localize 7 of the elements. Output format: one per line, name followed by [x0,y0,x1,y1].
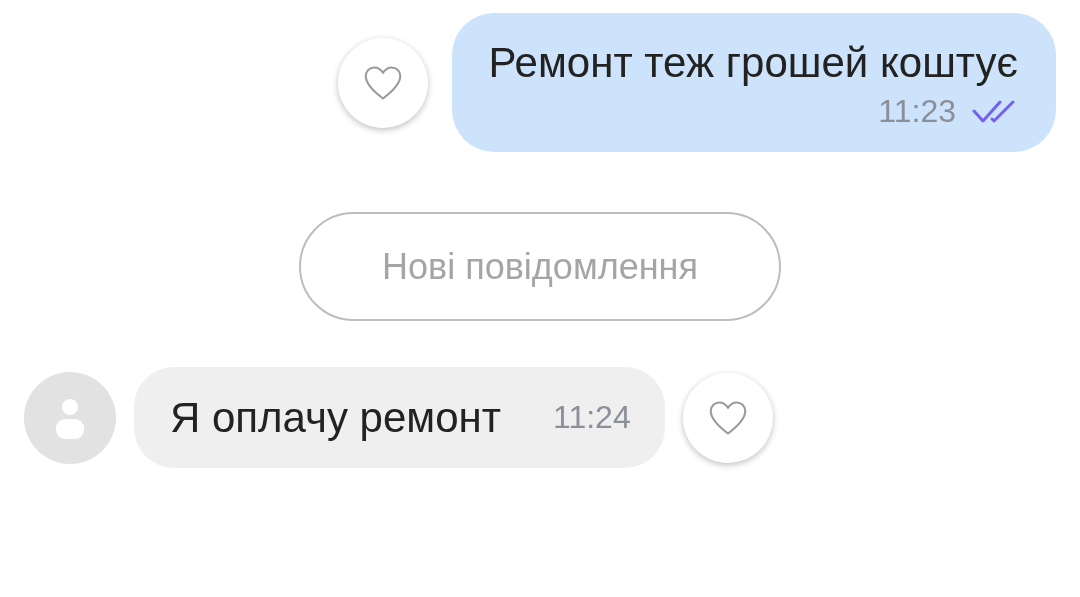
new-messages-divider: Нові повідомлення [299,212,781,321]
like-button[interactable] [338,37,429,128]
message-time: 11:24 [553,399,631,436]
like-button[interactable] [682,372,773,463]
message-text: Ремонт теж грошей коштує [488,39,1018,87]
message-text: Я оплачу ремонт [170,393,501,442]
message-time: 11:23 [878,93,956,130]
